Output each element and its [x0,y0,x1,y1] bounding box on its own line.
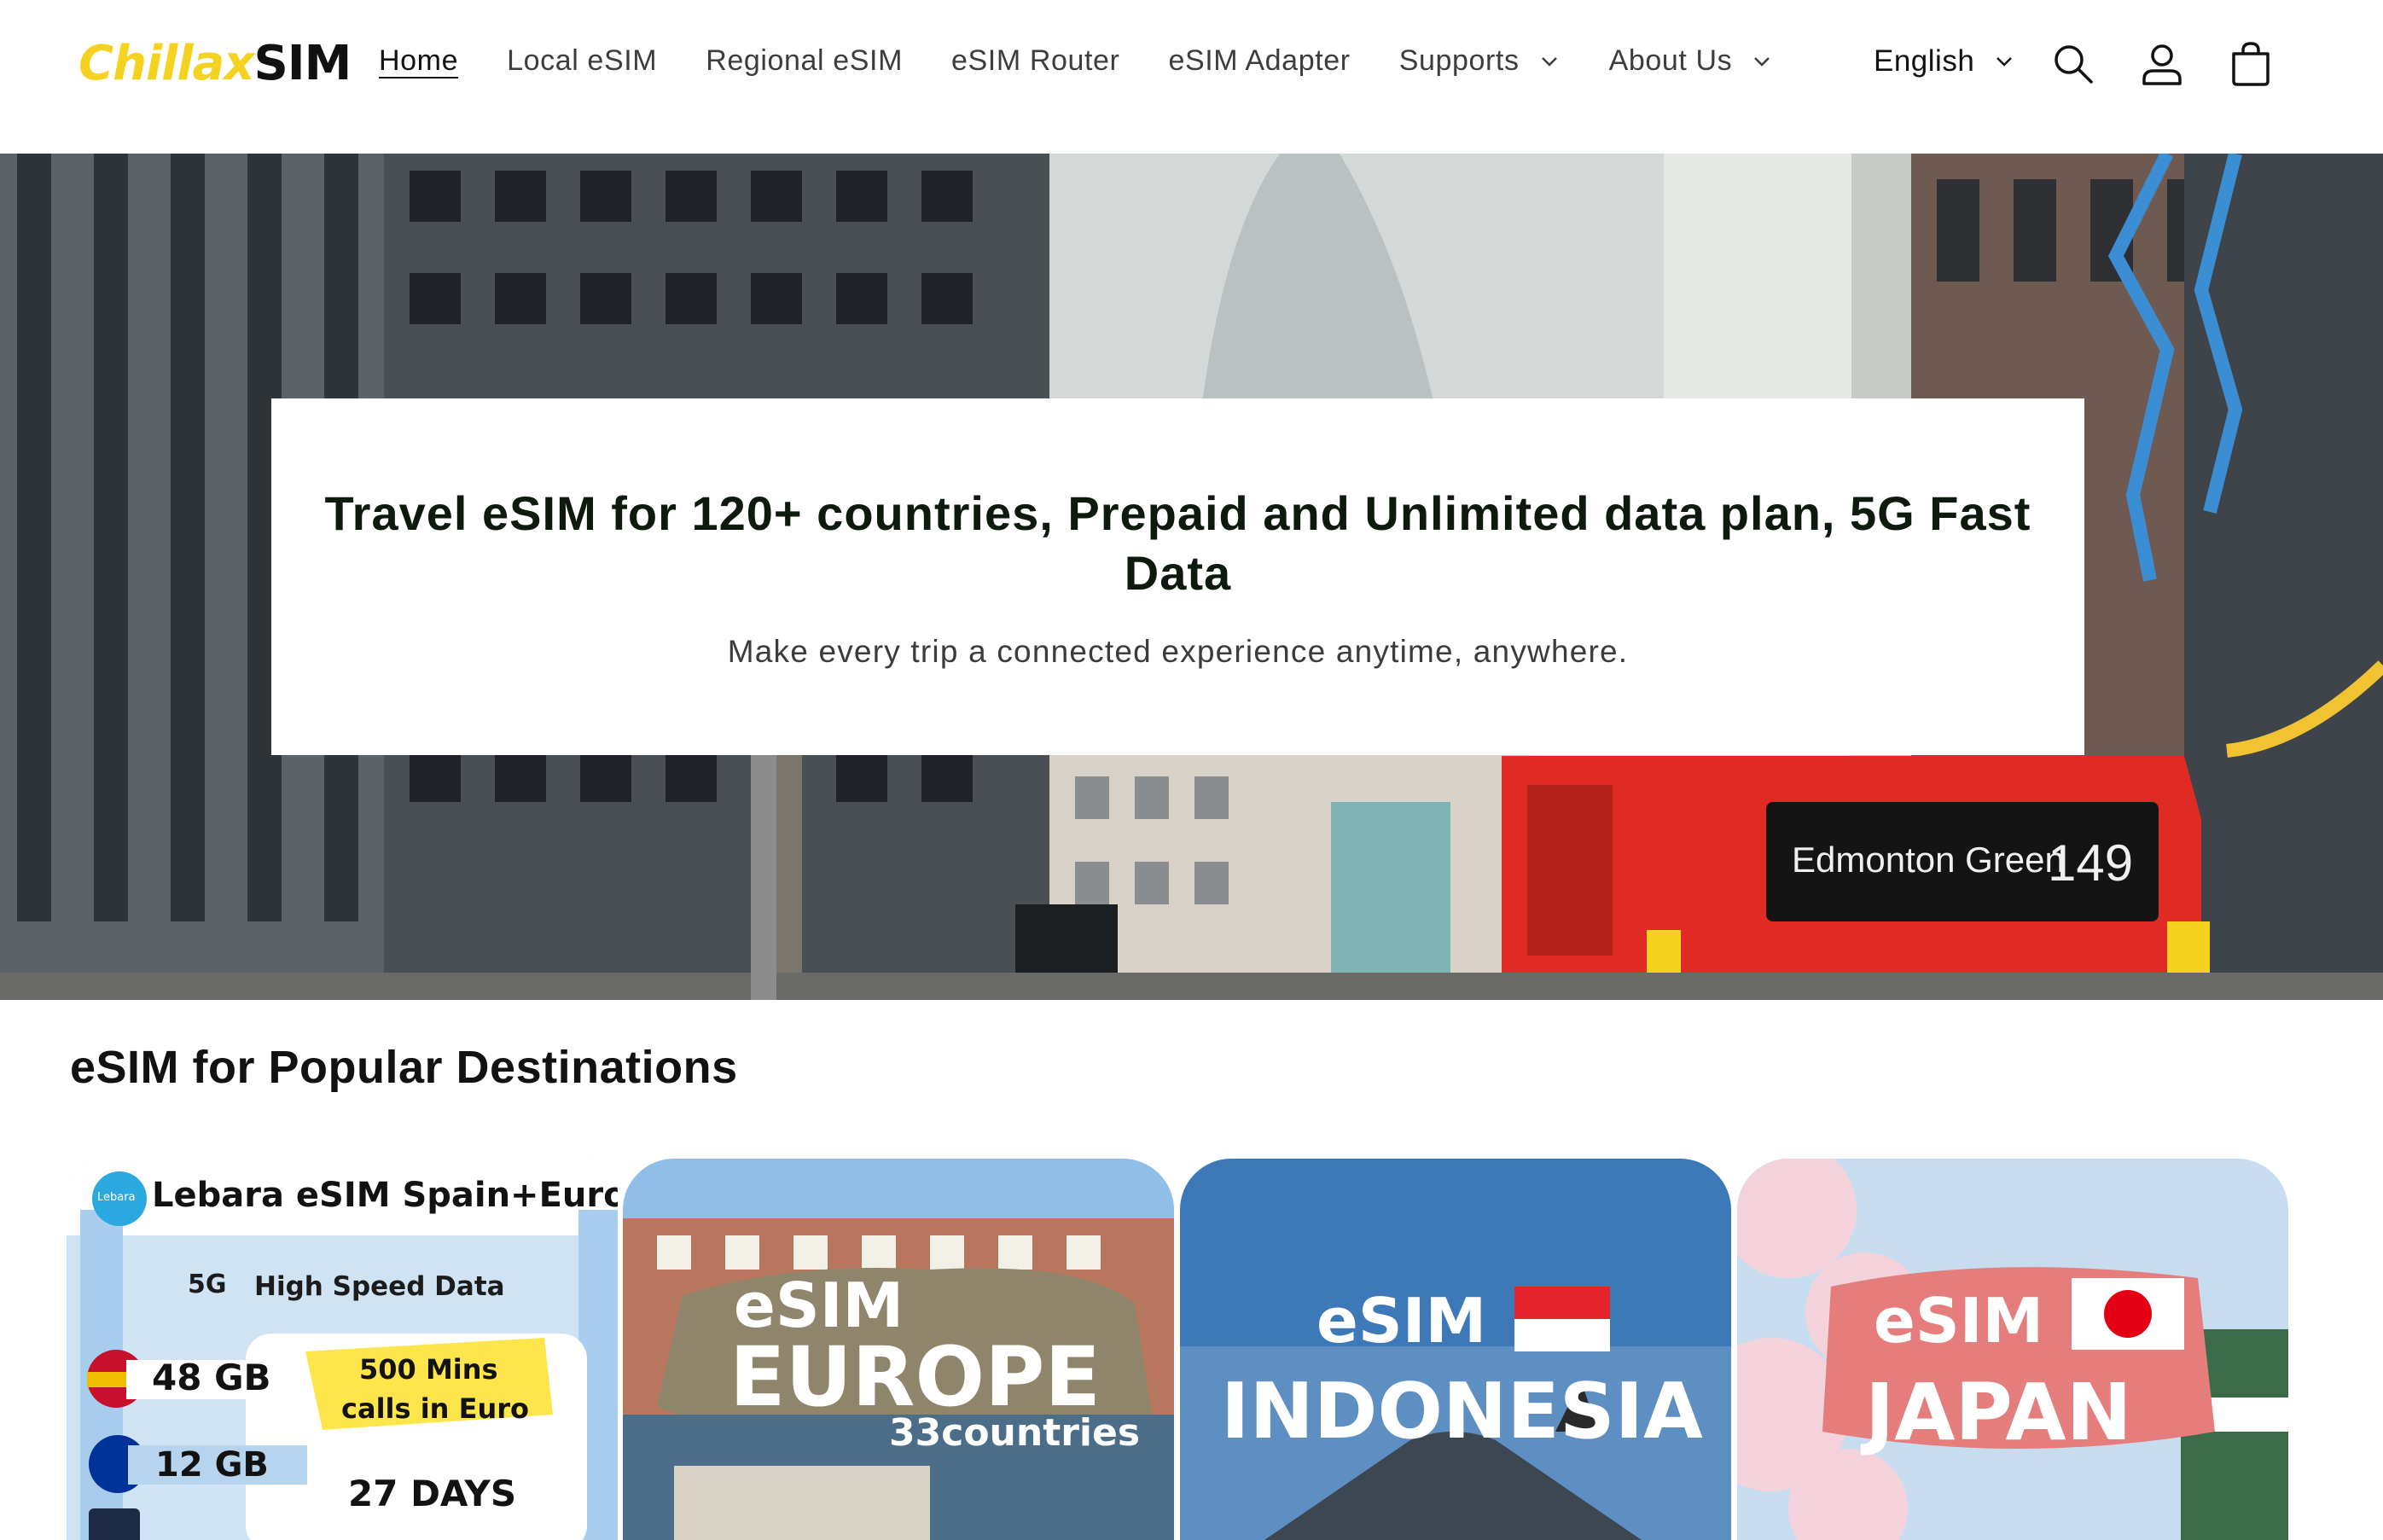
chevron-down-icon [1996,57,2013,67]
hero-subtitle: Make every trip a connected experience a… [727,634,1629,669]
nav-local-esim[interactable]: Local eSIM [507,44,657,78]
nav-label: About Us [1608,44,1733,77]
chevron-down-icon [1541,56,1557,67]
calls-region: calls in Euro [341,1392,529,1425]
nav-label: eSIM Adapter [1168,44,1351,77]
product-card-europe[interactable]: eSIM EUROPE 33countries [623,1159,1174,1540]
euro-data-amount: 12 GB [155,1445,269,1485]
card-destination-name: JAPAN [1865,1367,2132,1458]
brand-logo[interactable]: Chillax SIM [78,36,352,96]
product-card-japan[interactable]: eSIM JAPAN [1737,1159,2288,1540]
validity-days: 27 DAYS [348,1473,517,1514]
product-card-indonesia[interactable]: eSIM INDONESIA [1180,1159,1731,1540]
nav-label: eSIM Router [951,44,1120,77]
card-destination-name: INDONESIA [1221,1367,1703,1456]
nav-esim-router[interactable]: eSIM Router [951,44,1119,78]
card-esim-label: eSIM [1874,1285,2044,1357]
nav-home[interactable]: Home [379,44,458,78]
main-nav: Home Local eSIM Regional eSIM eSIM Route… [379,44,1822,78]
calls-minutes: 500 Mins [359,1353,498,1386]
account-icon[interactable] [2137,39,2187,89]
nav-supports[interactable]: Supports [1399,44,1561,78]
speed-badge: 5G [188,1270,227,1299]
cart-icon[interactable] [2226,39,2275,89]
nav-about-us[interactable]: About Us [1609,44,1774,78]
language-label: English [1874,44,1975,78]
lebara-brand-mark: Lebara [97,1191,136,1204]
nav-label: Supports [1398,44,1520,77]
nav-label: Regional eSIM [706,44,904,77]
bus-destination-sign: Edmonton Green [1792,840,2065,880]
card-esim-label: eSIM [1316,1285,1487,1357]
spain-data-amount: 48 GB [152,1357,271,1398]
logo-part2: SIM [253,36,352,91]
nav-esim-adapter[interactable]: eSIM Adapter [1168,44,1350,78]
product-image-lebara [67,1159,618,1540]
site-header: Chillax SIM Home Local eSIM Regional eSI… [0,0,2383,154]
card-country-count: 33countries [889,1411,1141,1455]
language-selector[interactable]: English [1874,44,2015,78]
nav-regional-esim[interactable]: Regional eSIM [706,44,903,78]
nav-label: Home [379,44,459,77]
nav-label: Local eSIM [507,44,658,77]
hero-banner: Edmonton Green 149 Travel eSIM for 120+ … [0,154,2383,1000]
chevron-down-icon [1754,56,1770,67]
bus-route-number: 149 [2048,834,2133,892]
search-icon[interactable] [2049,39,2098,89]
speed-label: High Speed Data [254,1271,505,1302]
section-heading: eSIM for Popular Destinations [70,1042,738,1093]
hero-text-card: Travel eSIM for 120+ countries, Prepaid … [271,398,2084,755]
hero-title: Travel eSIM for 120+ countries, Prepaid … [324,486,2031,600]
logo-part1: Chillax [78,36,254,91]
card-title: Lebara eSIM Spain+Euro [152,1176,618,1215]
product-card-lebara-spain-euro[interactable]: Lebara eSIM Spain+Euro Lebara 5G High Sp… [67,1159,618,1540]
